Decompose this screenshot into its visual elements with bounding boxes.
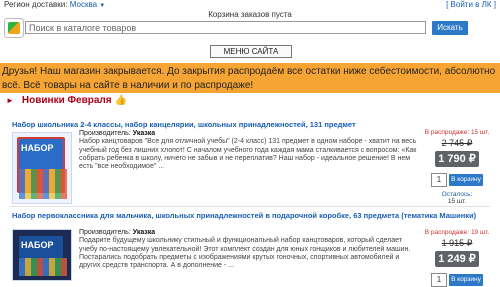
thumbs-up-icon: 👍 [114, 95, 128, 106]
old-price: 2 745 ₽ [441, 138, 473, 148]
add-to-cart-button[interactable]: В корзину [449, 274, 483, 286]
remaining-label: Осталось: [441, 191, 473, 198]
manufacturer-label: Производитель: [79, 130, 131, 137]
add-to-cart-button[interactable]: В корзину [449, 174, 483, 186]
product-image[interactable]: НАБОР [12, 229, 72, 281]
region-value[interactable]: Москва [70, 0, 97, 9]
current-price: 1 790 ₽ [435, 151, 479, 167]
description-text: Набор канцтоваров "Все для отличной учеб… [79, 138, 417, 171]
product-image-label: НАБОР [21, 240, 54, 250]
description-text: Подарите будущему школьнику стильный и ф… [79, 237, 411, 270]
product-description: Производитель: Указка Подарите будущему … [79, 229, 417, 270]
closing-banner: Друзья! Наш магазин закрывается. До закр… [0, 63, 500, 93]
manufacturer-name[interactable]: Указка [133, 130, 155, 137]
section-heading: ► Новинки Февраля 👍 [6, 95, 127, 107]
logo-icon [8, 22, 20, 34]
manufacturer-label: Производитель: [79, 229, 131, 236]
section-title: Новинки Февраля [21, 95, 112, 106]
buy-box: В распродаже: 19 шт. 1 915 ₽ 1 249 ₽ 1 В… [424, 229, 490, 287]
manufacturer-name[interactable]: Указка [133, 229, 155, 236]
divider [10, 206, 490, 207]
quantity-field[interactable]: 1 [431, 273, 447, 287]
product-title[interactable]: Набор первоклассника для мальчика, школь… [12, 211, 496, 220]
product-image[interactable]: НАБОР [12, 132, 72, 204]
region-label: Регион доставки: [4, 0, 68, 9]
product-items-graphic [19, 258, 67, 276]
top-bar: Регион доставки: Москва ▼ [ Войти в ЛК ]… [0, 0, 500, 19]
old-price: 1 915 ₽ [441, 238, 473, 248]
qty-row: 1 В корзину [424, 173, 490, 187]
site-logo[interactable] [4, 18, 24, 38]
qty-row: 1 В корзину [424, 273, 490, 287]
product-description: Производитель: Указка Набор канцтоваров … [79, 130, 417, 171]
quantity-field[interactable]: 1 [431, 173, 447, 187]
login-link[interactable]: [ Войти в ЛК ] [446, 0, 496, 10]
search-input[interactable]: Поиск в каталоге товаров [25, 21, 426, 34]
product-title[interactable]: Набор школьника 2-4 классы, набор канцел… [12, 120, 492, 129]
cart-status[interactable]: Корзина заказов пуста [0, 10, 500, 20]
stock-status: В распродаже: 15 шт. [424, 129, 490, 136]
search-button[interactable]: Искать [432, 21, 468, 35]
product-image-label: НАБОР [21, 143, 54, 153]
current-price: 1 249 ₽ [435, 251, 479, 267]
stock-status: В распродаже: 19 шт. [424, 229, 490, 236]
chevron-down-icon[interactable]: ▼ [99, 3, 105, 9]
product-items-graphic [19, 169, 67, 199]
remaining-value: 15 шт. [447, 198, 467, 205]
buy-box: В распродаже: 15 шт. 2 745 ₽ 1 790 ₽ 1 В… [424, 129, 490, 205]
arrow-right-icon: ► [6, 96, 14, 105]
site-menu-button[interactable]: МЕНЮ САЙТА [210, 45, 292, 58]
